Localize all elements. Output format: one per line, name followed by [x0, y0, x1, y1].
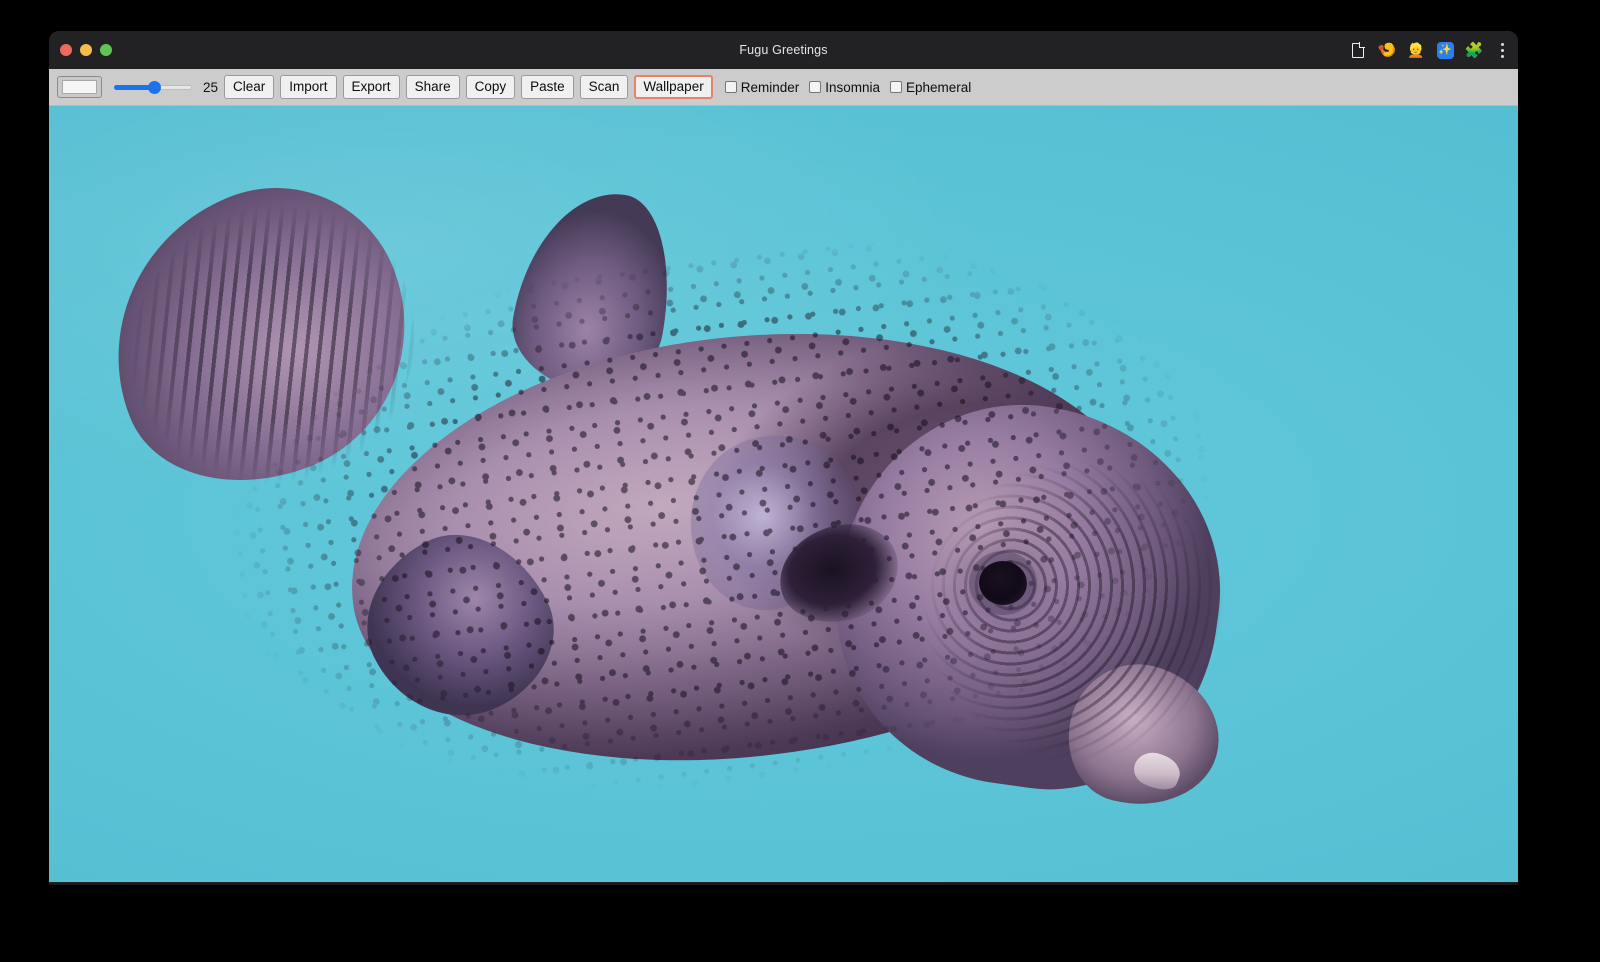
blue-extension-icon[interactable]: ✨ [1436, 41, 1454, 59]
menu-dot [1501, 49, 1504, 52]
toggle-group: Reminder Insomnia Ephemeral [725, 80, 982, 95]
slider-thumb[interactable] [148, 81, 161, 94]
import-button[interactable]: Import [280, 75, 336, 99]
ephemeral-checkbox[interactable]: Ephemeral [890, 80, 971, 95]
app-window: Fugu Greetings 🍤 👱 ✨ 🧩 [49, 31, 1518, 883]
drawing-canvas[interactable] [49, 106, 1518, 882]
app-toolbar: 25 Clear Import Export Share Copy Paste … [49, 69, 1518, 106]
slider-value-label: 25 [200, 80, 218, 95]
sushi-icon[interactable]: 🍤 [1378, 41, 1396, 59]
reminder-checkbox-box[interactable] [725, 81, 737, 93]
ephemeral-checkbox-box[interactable] [890, 81, 902, 93]
color-swatch-fill [62, 80, 97, 94]
extensions-puzzle-icon[interactable]: 🧩 [1465, 41, 1483, 59]
export-button[interactable]: Export [343, 75, 400, 99]
insomnia-checkbox-box[interactable] [809, 81, 821, 93]
window-title: Fugu Greetings [49, 43, 1518, 57]
window-title-bar: Fugu Greetings 🍤 👱 ✨ 🧩 [49, 31, 1518, 69]
close-window-button[interactable] [60, 44, 72, 56]
paste-button[interactable]: Paste [521, 75, 574, 99]
reminder-checkbox[interactable]: Reminder [725, 80, 800, 95]
minimize-window-button[interactable] [80, 44, 92, 56]
browser-menu-icon[interactable] [1494, 41, 1510, 59]
page-glyph [1352, 43, 1364, 58]
reminder-checkbox-label: Reminder [741, 80, 800, 95]
maximize-window-button[interactable] [100, 44, 112, 56]
browser-actions-group: 🍤 👱 ✨ 🧩 [1349, 31, 1512, 69]
traffic-light-group [49, 44, 112, 56]
scan-button[interactable]: Scan [580, 75, 629, 99]
window-bottom-edge [49, 883, 1518, 885]
install-app-icon[interactable] [1349, 41, 1367, 59]
profile-avatar-icon[interactable]: 👱 [1407, 41, 1425, 59]
ephemeral-checkbox-label: Ephemeral [906, 80, 971, 95]
clear-button[interactable]: Clear [224, 75, 274, 99]
copy-button[interactable]: Copy [466, 75, 516, 99]
wallpaper-button[interactable]: Wallpaper [634, 75, 712, 99]
pufferfish-photo [49, 106, 1518, 882]
screenshot-root: Fugu Greetings 🍤 👱 ✨ 🧩 [0, 0, 1600, 962]
color-picker-input[interactable] [57, 76, 102, 98]
menu-dot [1501, 55, 1504, 58]
pen-size-slider[interactable] [114, 77, 192, 97]
insomnia-checkbox-label: Insomnia [825, 80, 880, 95]
blue-badge-glyph: ✨ [1437, 42, 1454, 59]
insomnia-checkbox[interactable]: Insomnia [809, 80, 880, 95]
share-button[interactable]: Share [406, 75, 460, 99]
slider-fill [114, 85, 151, 90]
menu-dot [1501, 43, 1504, 46]
